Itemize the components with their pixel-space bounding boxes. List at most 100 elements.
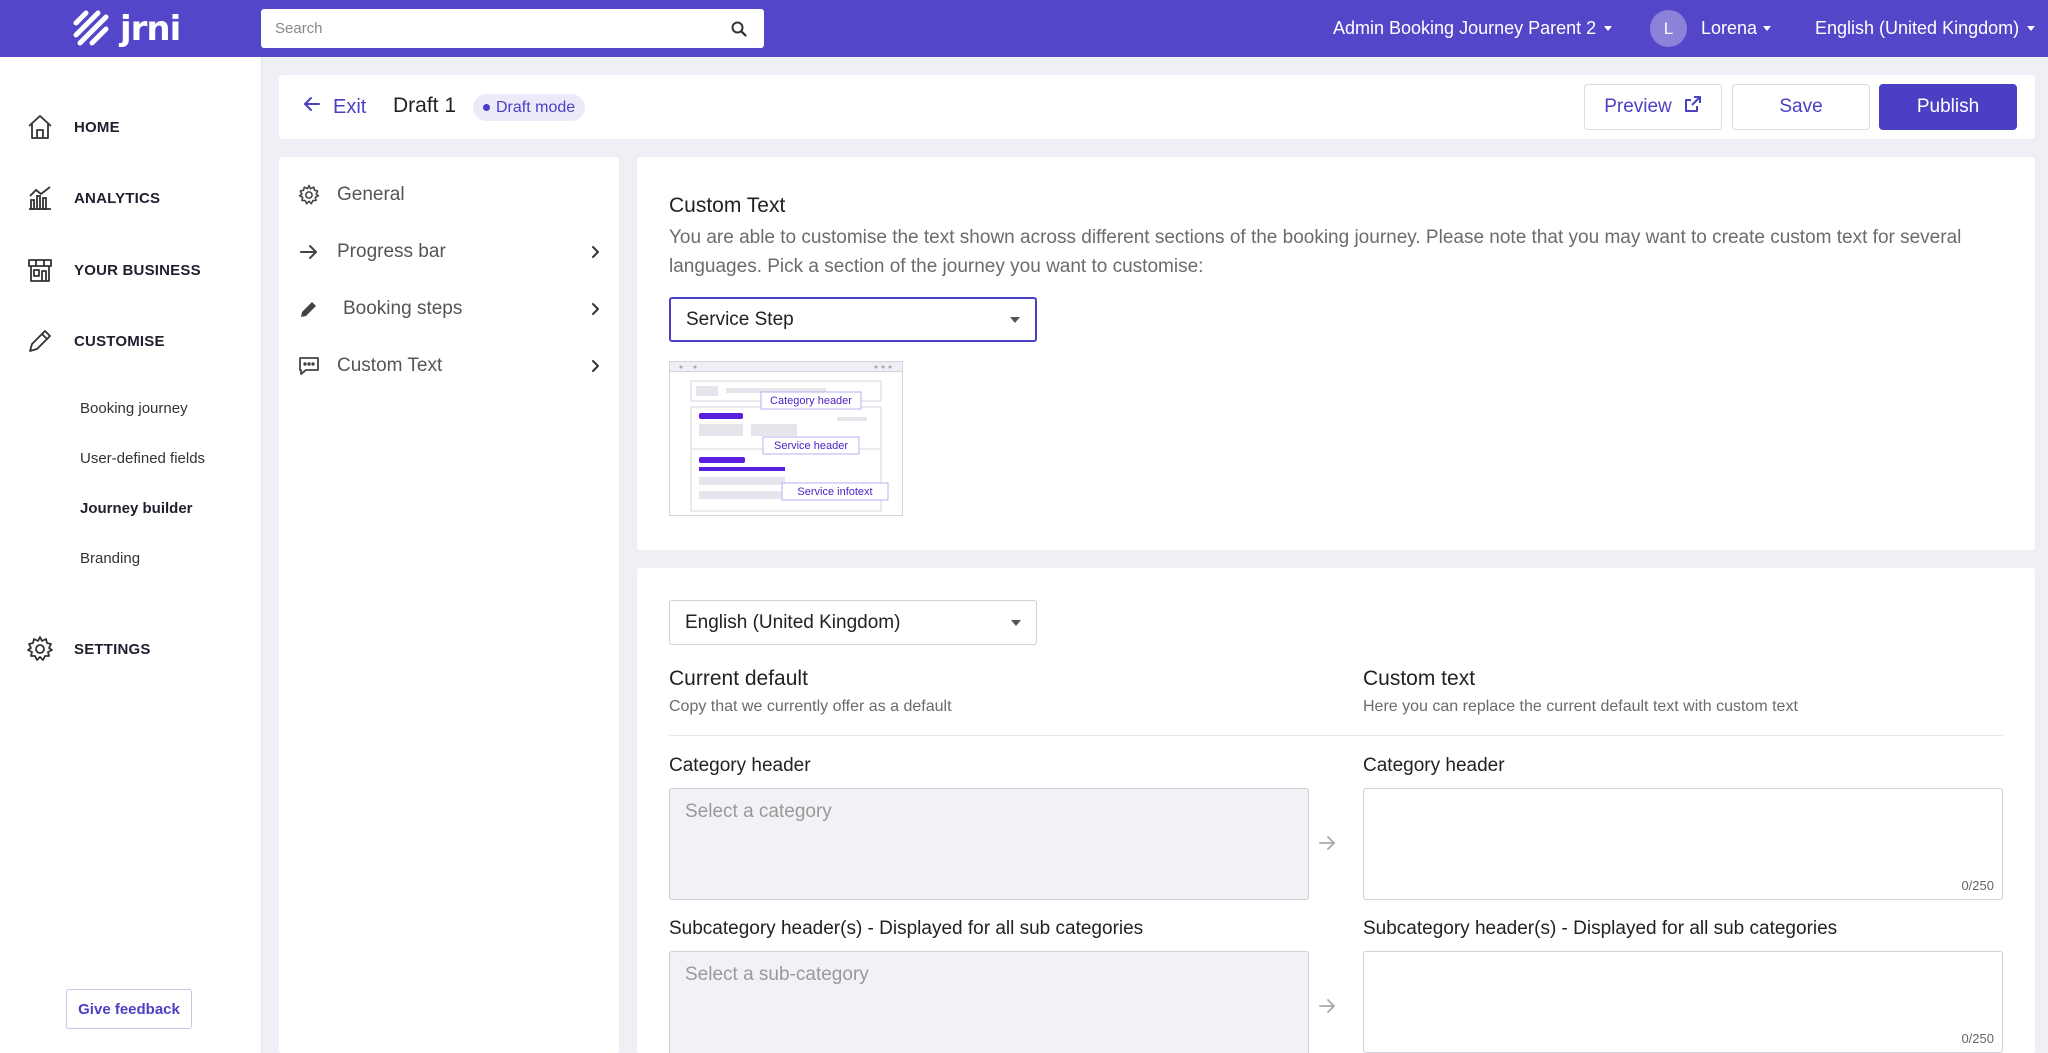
publish-button[interactable]: Publish: [1879, 84, 2017, 130]
preview-label-category-header: Category header: [770, 395, 852, 407]
sidebar-item-label: YOUR BUSINESS: [74, 261, 201, 279]
sidebar-subitem-branding[interactable]: Branding: [80, 550, 140, 567]
sidebar: HOME ANALYTICS YOUR BUSINESS CUSTOMISE B…: [0, 57, 262, 1053]
custom-category-header-input[interactable]: [1364, 789, 2002, 899]
save-button[interactable]: Save: [1732, 84, 1870, 130]
pencil-icon: [297, 297, 321, 321]
company-name: Admin Booking Journey Parent 2: [1333, 18, 1597, 38]
sidebar-subitem-journey-builder[interactable]: Journey builder: [80, 500, 193, 517]
give-feedback-button[interactable]: Give feedback: [66, 989, 192, 1029]
custom-text-card: Custom Text You are able to customise th…: [637, 157, 2035, 550]
chevron-down-icon: [1604, 26, 1613, 31]
exit-button[interactable]: Exit: [303, 95, 366, 119]
current-default-subtitle: Copy that we currently offer as a defaul…: [669, 698, 952, 715]
arrow-right-icon: [297, 240, 321, 264]
journey-settings-panel: General Progress bar Booking steps Custo…: [279, 157, 619, 1053]
custom-text-editor-card: English (United Kingdom) Current default…: [637, 568, 2035, 1053]
search-icon[interactable]: [728, 18, 750, 40]
user-name: Lorena: [1701, 18, 1758, 38]
preview-button[interactable]: Preview: [1584, 84, 1722, 130]
chevron-down-icon: [2027, 26, 2036, 31]
section-description: You are able to customise the text shown…: [669, 227, 1962, 277]
chevron-right-icon: [587, 358, 603, 374]
home-icon: [26, 113, 54, 141]
chevron-down-icon: [1763, 26, 1772, 31]
arrow-left-icon: [303, 95, 321, 119]
status-dot-icon: [483, 104, 490, 111]
settings-item-custom-text[interactable]: Custom Text: [297, 346, 603, 386]
logo-stripes-icon: [72, 9, 112, 49]
field-label: Category header: [669, 755, 811, 776]
custom-text-title: Custom text: [1363, 667, 1476, 690]
preview-button-label: Preview: [1604, 96, 1672, 117]
field-label: Subcategory header(s) - Displayed for al…: [1363, 918, 1838, 939]
custom-subcategory-header-field: 0/250: [1363, 951, 2003, 1053]
page-title: Draft 1: [393, 94, 457, 117]
gear-icon: [26, 635, 54, 663]
arrow-right-icon: [1317, 996, 1337, 1016]
preview-label-service-infotext: Service infotext: [797, 486, 872, 498]
character-counter: 0/250: [1961, 878, 1994, 893]
user-menu[interactable]: L Lorena: [1650, 0, 1772, 57]
search-input[interactable]: [275, 20, 728, 37]
pencil-icon: [26, 327, 54, 355]
language-label: English (United Kingdom): [1815, 18, 2020, 38]
settings-item-label: Custom Text: [337, 355, 443, 376]
preview-label-service-header: Service header: [774, 440, 848, 452]
sidebar-item-customise[interactable]: CUSTOMISE: [26, 327, 165, 355]
settings-item-general[interactable]: General: [297, 175, 603, 215]
divider: [669, 735, 2003, 736]
field-label: Subcategory header(s) - Displayed for al…: [669, 918, 1144, 939]
arrow-right-icon: [1317, 833, 1337, 853]
exit-label: Exit: [333, 95, 367, 118]
sidebar-item-label: SETTINGS: [74, 640, 151, 658]
default-subcategory-header-text: Select a sub-category: [669, 951, 1309, 1053]
chevron-right-icon: [587, 301, 603, 317]
company-dropdown[interactable]: Admin Booking Journey Parent 2: [1333, 0, 1613, 57]
settings-item-label: Progress bar: [337, 241, 446, 262]
chat-icon: [297, 354, 321, 378]
gear-icon: [297, 183, 321, 207]
default-category-header-text: Select a category: [669, 788, 1309, 900]
logo-text: jrni: [120, 9, 181, 49]
status-badge: Draft mode: [473, 94, 586, 121]
avatar: L: [1650, 10, 1687, 47]
select-value: Service Step: [686, 308, 794, 330]
status-badge-label: Draft mode: [496, 98, 576, 116]
service-step-preview-image: Category header Service header Service i…: [669, 361, 903, 516]
search-box: [261, 9, 764, 48]
settings-item-booking-steps[interactable]: Booking steps: [297, 289, 603, 329]
settings-item-label: General: [337, 184, 405, 205]
top-navigation-bar: jrni Admin Booking Journey Parent 2 L Lo…: [0, 0, 2048, 57]
settings-item-label: Booking steps: [343, 298, 463, 319]
analytics-chart-icon: [26, 184, 54, 212]
select-value: English (United Kingdom): [685, 611, 901, 633]
character-counter: 0/250: [1961, 1031, 1994, 1046]
custom-subcategory-header-input[interactable]: [1364, 952, 2002, 1052]
section-title: Custom Text: [669, 194, 786, 217]
chevron-right-icon: [587, 244, 603, 260]
store-icon: [26, 256, 54, 284]
field-label: Category header: [1363, 755, 1505, 776]
sidebar-item-analytics[interactable]: ANALYTICS: [26, 184, 160, 212]
sidebar-item-label: ANALYTICS: [74, 189, 161, 207]
sidebar-subitem-booking-journey[interactable]: Booking journey: [80, 400, 188, 417]
sidebar-item-label: HOME: [74, 118, 120, 136]
journey-header-bar: Exit Draft 1 Draft mode Preview Save Pub…: [279, 75, 2035, 139]
current-default-title: Current default: [669, 667, 808, 690]
chevron-down-icon: [1010, 316, 1020, 323]
settings-item-progress-bar[interactable]: Progress bar: [297, 232, 603, 272]
custom-category-header-field: 0/250: [1363, 788, 2003, 900]
journey-section-select[interactable]: Service Step: [669, 297, 1037, 342]
sidebar-subitem-user-defined-fields[interactable]: User-defined fields: [80, 450, 205, 467]
jrni-logo[interactable]: jrni: [72, 9, 181, 49]
custom-text-subtitle: Here you can replace the current default…: [1363, 698, 1798, 715]
language-dropdown[interactable]: English (United Kingdom): [1815, 0, 2036, 57]
sidebar-item-home[interactable]: HOME: [26, 113, 120, 141]
sidebar-item-label: CUSTOMISE: [74, 332, 165, 350]
sidebar-item-your-business[interactable]: YOUR BUSINESS: [26, 256, 201, 284]
chevron-down-icon: [1011, 619, 1021, 626]
external-link-icon: [1684, 95, 1702, 119]
language-select[interactable]: English (United Kingdom): [669, 600, 1037, 645]
sidebar-item-settings[interactable]: SETTINGS: [26, 635, 151, 663]
